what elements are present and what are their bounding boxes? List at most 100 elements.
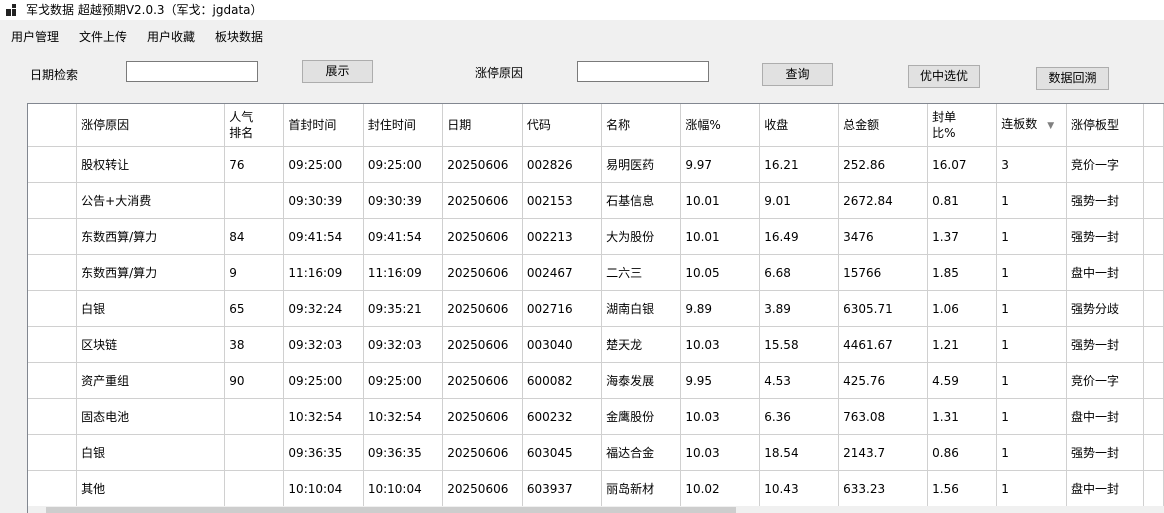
cell-ratio[interactable]: 1.31 (927, 398, 998, 435)
date-search-input[interactable] (126, 61, 258, 82)
row-header[interactable] (28, 398, 78, 435)
cell-seal[interactable]: 09:35:21 (363, 290, 444, 327)
cell-amount[interactable]: 3476 (838, 218, 929, 255)
cell-amount[interactable]: 763.08 (838, 398, 929, 435)
cell-first_seal[interactable]: 09:32:03 (283, 326, 364, 363)
cell-amount[interactable]: 2143.7 (838, 434, 929, 471)
row-header[interactable] (28, 182, 78, 219)
cell-ratio[interactable]: 0.81 (927, 182, 998, 219)
cell-extra[interactable] (1143, 434, 1164, 471)
cell-amount[interactable]: 4461.67 (838, 326, 929, 363)
row-header[interactable] (28, 254, 78, 291)
cell-name[interactable]: 石基信息 (601, 182, 682, 219)
cell-amount[interactable]: 252.86 (838, 146, 929, 183)
cell-reason[interactable]: 东数西算/算力 (76, 254, 226, 291)
cell-pop[interactable]: 76 (224, 146, 285, 183)
cell-seal[interactable]: 09:41:54 (363, 218, 444, 255)
cell-ratio[interactable]: 4.59 (927, 362, 998, 399)
cell-streak[interactable]: 1 (996, 326, 1067, 363)
cell-pct[interactable]: 10.03 (680, 434, 761, 471)
cell-date[interactable]: 20250606 (442, 434, 523, 471)
cell-extra[interactable] (1143, 146, 1164, 183)
cell-date[interactable]: 20250606 (442, 398, 523, 435)
table-row[interactable]: 公告+大消费 09:30:39 09:30:39 20250606 002153 石基信息… (28, 182, 1164, 219)
column-header-date[interactable]: 日期 (442, 104, 523, 147)
cell-close[interactable]: 16.21 (759, 146, 840, 183)
cell-date[interactable]: 20250606 (442, 146, 523, 183)
cell-code[interactable]: 002153 (522, 182, 603, 219)
limit-reason-input[interactable] (577, 61, 709, 82)
cell-date[interactable]: 20250606 (442, 326, 523, 363)
sort-descending-icon[interactable]: ▼ (1047, 121, 1054, 131)
menu-user-favorites[interactable]: 用户收藏 (147, 28, 195, 45)
cell-name[interactable]: 楚天龙 (601, 326, 682, 363)
data-backtrack-button[interactable]: 数据回溯 (1036, 67, 1109, 90)
cell-first_seal[interactable]: 11:16:09 (283, 254, 364, 291)
cell-amount[interactable]: 425.76 (838, 362, 929, 399)
cell-type[interactable]: 强势分歧 (1066, 290, 1145, 327)
cell-reason[interactable]: 资产重组 (76, 362, 226, 399)
stock-data-grid[interactable]: 涨停原因 人气排名 首封时间 封住时间 日期 代码 名称 涨幅% 收盘 总金额 … (27, 103, 1164, 513)
column-header-code[interactable]: 代码 (522, 104, 603, 147)
cell-pct[interactable]: 9.95 (680, 362, 761, 399)
column-header-name[interactable]: 名称 (601, 104, 682, 147)
cell-date[interactable]: 20250606 (442, 182, 523, 219)
column-header-amount[interactable]: 总金额 (838, 104, 929, 147)
cell-code[interactable]: 002716 (522, 290, 603, 327)
cell-reason[interactable]: 白银 (76, 434, 226, 471)
cell-ratio[interactable]: 1.21 (927, 326, 998, 363)
cell-streak[interactable]: 1 (996, 218, 1067, 255)
cell-name[interactable]: 丽岛新材 (601, 470, 682, 507)
cell-amount[interactable]: 633.23 (838, 470, 929, 507)
table-row[interactable]: 东数西算/算力 84 09:41:54 09:41:54 20250606 002213 大… (28, 218, 1164, 255)
menu-file-upload[interactable]: 文件上传 (79, 28, 127, 45)
cell-seal[interactable]: 09:25:00 (363, 146, 444, 183)
table-row[interactable]: 白银 65 09:32:24 09:35:21 20250606 002716 湖南白银 9.… (28, 290, 1164, 327)
cell-ratio[interactable]: 1.85 (927, 254, 998, 291)
cell-close[interactable]: 4.53 (759, 362, 840, 399)
cell-seal[interactable]: 09:32:03 (363, 326, 444, 363)
cell-first_seal[interactable]: 10:10:04 (283, 470, 364, 507)
cell-close[interactable]: 9.01 (759, 182, 840, 219)
cell-type[interactable]: 强势一封 (1066, 218, 1145, 255)
cell-seal[interactable]: 09:36:35 (363, 434, 444, 471)
cell-ratio[interactable]: 0.86 (927, 434, 998, 471)
cell-streak[interactable]: 1 (996, 182, 1067, 219)
cell-type[interactable]: 强势一封 (1066, 326, 1145, 363)
table-row[interactable]: 区块链 38 09:32:03 09:32:03 20250606 003040 楚天龙 10… (28, 326, 1164, 363)
cell-code[interactable]: 600082 (522, 362, 603, 399)
cell-close[interactable]: 18.54 (759, 434, 840, 471)
column-header-popularity[interactable]: 人气排名 (224, 104, 285, 147)
cell-pop[interactable]: 84 (224, 218, 285, 255)
cell-streak[interactable]: 1 (996, 434, 1067, 471)
cell-reason[interactable]: 股权转让 (76, 146, 226, 183)
column-header-extra[interactable] (1143, 104, 1164, 147)
cell-type[interactable]: 盘中一封 (1066, 254, 1145, 291)
cell-seal[interactable]: 10:10:04 (363, 470, 444, 507)
row-header[interactable] (28, 434, 78, 471)
cell-pct[interactable]: 10.01 (680, 218, 761, 255)
cell-pct[interactable]: 10.03 (680, 398, 761, 435)
column-header-seal-ratio[interactable]: 封单比% (927, 104, 998, 147)
table-row[interactable]: 其他 10:10:04 10:10:04 20250606 603937 丽岛新材 10.0… (28, 470, 1164, 507)
cell-name[interactable]: 大为股份 (601, 218, 682, 255)
cell-code[interactable]: 603045 (522, 434, 603, 471)
table-row[interactable]: 固态电池 10:32:54 10:32:54 20250606 600232 金鹰股份 10… (28, 398, 1164, 435)
cell-ratio[interactable]: 16.07 (927, 146, 998, 183)
cell-ratio[interactable]: 1.06 (927, 290, 998, 327)
cell-pct[interactable]: 9.89 (680, 290, 761, 327)
cell-reason[interactable]: 东数西算/算力 (76, 218, 226, 255)
cell-streak[interactable]: 1 (996, 254, 1067, 291)
cell-streak[interactable]: 1 (996, 290, 1067, 327)
cell-pct[interactable]: 10.01 (680, 182, 761, 219)
menu-user-management[interactable]: 用户管理 (11, 28, 59, 45)
cell-close[interactable]: 6.68 (759, 254, 840, 291)
cell-extra[interactable] (1143, 398, 1164, 435)
cell-code[interactable]: 600232 (522, 398, 603, 435)
cell-first_seal[interactable]: 10:32:54 (283, 398, 364, 435)
table-row[interactable]: 白银 09:36:35 09:36:35 20250606 603045 福达合金 10.0… (28, 434, 1164, 471)
cell-ratio[interactable]: 1.37 (927, 218, 998, 255)
cell-reason[interactable]: 其他 (76, 470, 226, 507)
cell-streak[interactable]: 1 (996, 362, 1067, 399)
cell-name[interactable]: 福达合金 (601, 434, 682, 471)
